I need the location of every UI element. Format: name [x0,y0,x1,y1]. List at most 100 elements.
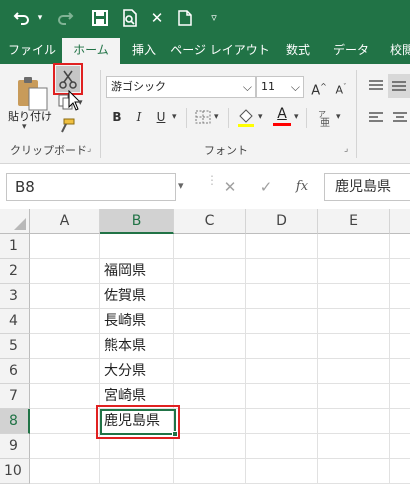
cell-f3[interactable] [390,284,410,309]
cell-a2[interactable] [30,259,100,284]
cell-c4[interactable] [174,309,246,334]
tab-review[interactable]: 校閲 [382,36,410,64]
fill-color-icon[interactable] [236,108,256,128]
cell-e1[interactable] [318,234,390,259]
cell-e6[interactable] [318,359,390,384]
fill-color-dropdown-icon[interactable]: ▾ [258,112,263,122]
cell-c1[interactable] [174,234,246,259]
copy-dropdown-icon[interactable]: ▾ [78,98,83,108]
row-header-8[interactable]: 8 [0,409,30,434]
cell-c3[interactable] [174,284,246,309]
insert-function-button[interactable]: fx [288,173,316,201]
cell-d5[interactable] [246,334,318,359]
phonetic-guide-icon[interactable]: ア亜 [316,108,334,129]
row-header-1[interactable]: 1 [0,234,30,259]
undo-dropdown-icon[interactable]: ▾ [34,6,46,30]
tab-insert[interactable]: 挿入 [122,36,166,64]
cell-e8[interactable] [318,409,390,434]
row-header-10[interactable]: 10 [0,459,30,484]
redo-icon[interactable] [52,6,78,30]
row-header-2[interactable]: 2 [0,259,30,284]
cell-b4[interactable]: 長崎県 [100,309,174,334]
name-box[interactable]: B8 [6,173,176,201]
grow-font-button[interactable]: A^ [308,76,330,98]
select-all-corner[interactable] [0,209,30,234]
cell-c6[interactable] [174,359,246,384]
cell-e5[interactable] [318,334,390,359]
cell-e10[interactable] [318,459,390,484]
column-header-partial[interactable] [390,209,410,234]
cell-c2[interactable] [174,259,246,284]
cell-d9[interactable] [246,434,318,459]
cell-c10[interactable] [174,459,246,484]
row-header-7[interactable]: 7 [0,384,30,409]
italic-button[interactable]: I [128,106,150,128]
cell-c8[interactable] [174,409,246,434]
enter-icon[interactable]: ✓ [252,173,280,201]
tab-data[interactable]: データ [326,36,376,64]
bold-button[interactable]: B [106,106,128,128]
tab-formulas[interactable]: 数式 [276,36,320,64]
font-name-combo[interactable]: 游ゴシック ⌵ [106,76,256,98]
column-header-b[interactable]: B [100,209,174,234]
middle-align-icon[interactable] [388,74,410,98]
paste-button[interactable]: 貼り付け [8,108,58,124]
cell-a8[interactable] [30,409,100,434]
cell-f5[interactable] [390,334,410,359]
cell-b10[interactable] [100,459,174,484]
row-header-9[interactable]: 9 [0,434,30,459]
cell-d8[interactable] [246,409,318,434]
cell-d1[interactable] [246,234,318,259]
font-color-button[interactable]: A [272,106,292,128]
cell-d10[interactable] [246,459,318,484]
cell-d3[interactable] [246,284,318,309]
phonetic-dropdown-icon[interactable]: ▾ [336,112,341,122]
cell-d6[interactable] [246,359,318,384]
borders-icon[interactable] [194,109,212,125]
cell-f2[interactable] [390,259,410,284]
cell-b2[interactable]: 福岡県 [100,259,174,284]
clipboard-launcher-icon[interactable]: ⌟ [87,144,91,154]
close-icon[interactable]: ✕ [146,6,168,30]
save-icon[interactable] [88,6,112,30]
cell-a1[interactable] [30,234,100,259]
cell-b5[interactable]: 熊本県 [100,334,174,359]
align-center-icon[interactable] [390,108,410,128]
row-header-5[interactable]: 5 [0,334,30,359]
new-document-icon[interactable] [174,6,196,30]
font-size-combo[interactable]: 11 ⌵ [256,76,304,98]
underline-button[interactable]: U [150,106,172,128]
cell-f8[interactable] [390,409,410,434]
top-align-icon[interactable] [366,76,386,96]
cell-e3[interactable] [318,284,390,309]
paste-icon[interactable] [14,74,50,112]
borders-dropdown-icon[interactable]: ▾ [214,112,219,122]
font-color-dropdown-icon[interactable]: ▾ [294,112,299,122]
cell-c7[interactable] [174,384,246,409]
cell-f6[interactable] [390,359,410,384]
shrink-font-button[interactable]: Aˇ [330,76,352,98]
tab-home[interactable]: ホーム [62,38,120,64]
font-launcher-icon[interactable]: ⌟ [344,144,348,154]
tab-file[interactable]: ファイル [4,36,60,64]
align-left-icon[interactable] [366,108,386,128]
column-header-e[interactable]: E [318,209,390,234]
cell-a4[interactable] [30,309,100,334]
column-header-a[interactable]: A [30,209,100,234]
cell-a10[interactable] [30,459,100,484]
cancel-icon[interactable]: ✕ [216,173,244,201]
cell-e9[interactable] [318,434,390,459]
cell-f1[interactable] [390,234,410,259]
cell-b3[interactable]: 佐賀県 [100,284,174,309]
cell-c9[interactable] [174,434,246,459]
cell-e2[interactable] [318,259,390,284]
format-painter-icon[interactable] [58,118,76,134]
customize-quick-access-icon[interactable]: ▿ [206,6,222,30]
tab-page-layout[interactable]: ページ レイアウト [170,36,270,64]
cell-a9[interactable] [30,434,100,459]
cell-a6[interactable] [30,359,100,384]
cell-a7[interactable] [30,384,100,409]
row-header-6[interactable]: 6 [0,359,30,384]
row-header-4[interactable]: 4 [0,309,30,334]
formula-input[interactable]: 鹿児島県 [324,173,410,201]
